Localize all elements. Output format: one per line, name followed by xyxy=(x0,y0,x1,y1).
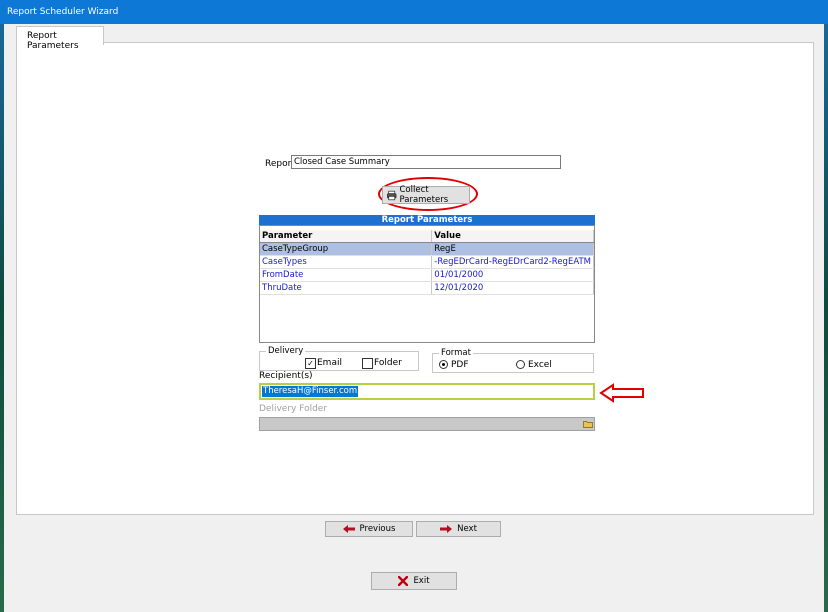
delivery-group: Delivery ✓ Email Folder xyxy=(259,346,419,371)
recipients-label: Recipient(s) xyxy=(259,371,313,381)
recipients-input[interactable]: TheresaH@Finser.com xyxy=(259,383,595,400)
title-bar[interactable]: Report Scheduler Wizard xyxy=(0,0,828,24)
printer-icon xyxy=(387,190,397,200)
parameters-grid-header: Report Parameters xyxy=(259,215,595,225)
parameters-grid: Parameter Value CaseTypeGroup RegE CaseT… xyxy=(259,225,595,343)
exit-label: Exit xyxy=(413,576,430,586)
parameter-cell[interactable]: CaseTypeGroup xyxy=(260,242,433,256)
format-label: Format xyxy=(439,348,473,358)
value-cell[interactable]: RegE xyxy=(431,242,594,256)
window-title: Report Scheduler Wizard xyxy=(7,7,119,17)
folder-checkbox[interactable] xyxy=(362,358,373,369)
column-header-parameter[interactable]: Parameter xyxy=(260,230,433,243)
value-cell[interactable]: 01/01/2000 xyxy=(431,268,594,282)
close-icon xyxy=(398,576,409,586)
table-row[interactable]: CaseTypes -RegEDrCard-RegEDrCard2-RegEAT… xyxy=(260,255,594,269)
recipients-value: TheresaH@Finser.com xyxy=(262,386,359,397)
parameters-table: Parameter Value CaseTypeGroup RegE CaseT… xyxy=(260,230,594,295)
window-client: Report Parameters Report Closed Case Sum… xyxy=(4,24,824,612)
desktop-edge-right xyxy=(824,0,828,612)
arrow-left-icon xyxy=(342,525,355,533)
value-cell[interactable]: -RegEDrCard-RegEDrCard2-RegEATM xyxy=(431,255,594,269)
value-cell[interactable]: 12/01/2020 xyxy=(431,281,594,295)
email-checkbox[interactable]: ✓ xyxy=(305,358,316,369)
tab-panel: Report Closed Case Summary Collect Param… xyxy=(16,42,814,515)
table-row[interactable]: CaseTypeGroup RegE xyxy=(260,242,594,256)
column-header-value[interactable]: Value xyxy=(431,230,594,243)
previous-label: Previous xyxy=(359,524,396,534)
tab-label: Report Parameters xyxy=(27,31,79,51)
tab-report-parameters[interactable]: Report Parameters xyxy=(16,26,104,51)
delivery-label: Delivery xyxy=(266,346,306,356)
table-row[interactable]: FromDate 01/01/2000 xyxy=(260,268,594,282)
parameter-cell[interactable]: ThruDate xyxy=(260,281,433,295)
next-label: Next xyxy=(457,524,477,534)
pdf-radio[interactable] xyxy=(439,360,448,369)
next-button[interactable]: Next xyxy=(416,521,501,537)
previous-button[interactable]: Previous xyxy=(325,521,413,537)
email-label: Email xyxy=(317,358,342,368)
delivery-folder-label: Delivery Folder xyxy=(259,404,328,414)
table-row[interactable]: ThruDate 12/01/2020 xyxy=(260,281,594,295)
pdf-label: PDF xyxy=(451,360,469,370)
delivery-folder-input[interactable] xyxy=(259,417,595,431)
parameter-cell[interactable]: FromDate xyxy=(260,268,433,282)
exit-button[interactable]: Exit xyxy=(371,572,457,590)
excel-radio[interactable] xyxy=(516,360,525,369)
report-input[interactable]: Closed Case Summary xyxy=(291,155,561,169)
collect-parameters-label: Collect Parameters xyxy=(399,185,449,205)
collect-parameters-button[interactable]: Collect Parameters xyxy=(382,185,470,205)
arrow-right-icon xyxy=(440,525,453,533)
parameter-cell[interactable]: CaseTypes xyxy=(260,255,433,269)
excel-label: Excel xyxy=(528,360,552,370)
format-group: Format PDF Excel xyxy=(432,348,594,373)
folder-label: Folder xyxy=(374,358,402,368)
folder-icon[interactable] xyxy=(583,419,593,429)
table-header-row: Parameter Value xyxy=(260,230,594,243)
arrow-left-icon xyxy=(599,383,644,403)
